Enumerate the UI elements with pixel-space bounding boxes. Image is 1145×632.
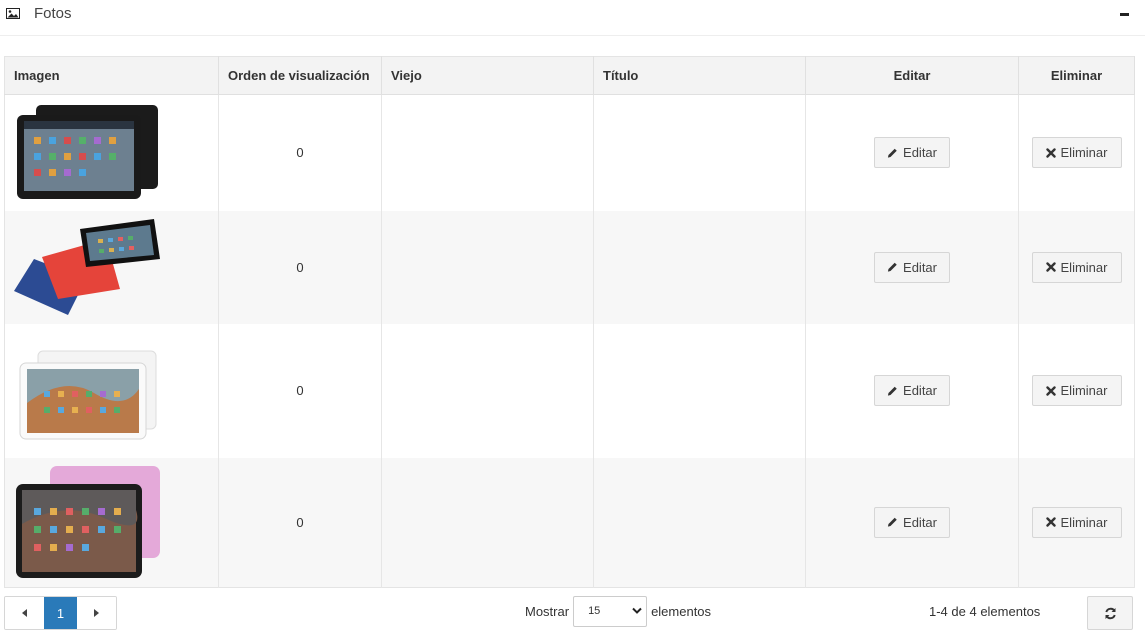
delete-button[interactable]: Eliminar (1031, 137, 1122, 169)
refresh-icon (1104, 607, 1116, 619)
delete-button-label: Eliminar (1060, 145, 1108, 161)
old-cell (381, 457, 594, 588)
edit-button-label: Editar (903, 145, 937, 161)
collapse-button[interactable] (1119, 8, 1131, 20)
page-size-value: 15 (588, 605, 601, 617)
edit-button[interactable]: Editar (874, 375, 950, 406)
delete-cell: Eliminar (1018, 323, 1135, 458)
table-row: 0 Editar Eliminar (4, 94, 1135, 211)
photo-black-tablet[interactable] (14, 102, 160, 203)
image-cell (4, 457, 219, 588)
old-cell (381, 323, 594, 458)
edit-cell: Editar (805, 457, 1019, 588)
caret-right-icon (94, 609, 100, 617)
edit-button-label: Editar (903, 259, 937, 275)
page-button-current[interactable]: 1 (44, 597, 77, 629)
pencil-icon (887, 148, 897, 158)
column-header-title[interactable]: Título (593, 56, 806, 95)
close-icon (1045, 517, 1056, 527)
display-order-cell: 0 (218, 210, 382, 324)
image-icon (6, 8, 20, 19)
column-header-display-order[interactable]: Orden de visualización (218, 56, 382, 95)
edit-button-label: Editar (903, 514, 937, 530)
title-cell (593, 457, 806, 588)
chevron-down-icon (632, 607, 642, 614)
edit-button-label: Editar (903, 383, 937, 398)
title-cell (593, 210, 806, 324)
page-size-suffix: elementos (651, 603, 712, 619)
photo-color-tablets[interactable] (14, 219, 160, 315)
edit-button[interactable]: Editar (874, 506, 950, 538)
column-header-edit: Editar (805, 56, 1019, 95)
image-cell (4, 210, 219, 324)
delete-button[interactable]: Eliminar (1031, 251, 1122, 283)
title-cell (593, 323, 806, 458)
prev-page-button[interactable] (5, 597, 45, 629)
edit-cell: Editar (805, 210, 1019, 324)
column-header-image[interactable]: Imagen (4, 56, 219, 95)
pencil-icon (887, 262, 897, 272)
photo-white-tablets[interactable] (14, 332, 160, 449)
pencil-icon (887, 386, 897, 396)
close-icon (1045, 385, 1056, 396)
delete-cell: Eliminar (1018, 210, 1135, 324)
table-row: 0 Editar Eliminar (4, 323, 1135, 458)
delete-button[interactable]: Eliminar (1031, 506, 1122, 538)
photo-pink-tablet[interactable] (14, 464, 160, 581)
refresh-button[interactable] (1087, 596, 1133, 630)
old-cell (381, 94, 594, 211)
image-cell (4, 323, 219, 458)
edit-cell: Editar (805, 94, 1019, 211)
delete-cell: Eliminar (1018, 457, 1135, 588)
table-row: 0 Editar Eliminar (4, 210, 1135, 324)
page-size-select[interactable]: 15 (573, 595, 648, 627)
page-size-prefix: Mostrar (525, 603, 570, 619)
caret-left-icon (21, 609, 27, 617)
edit-button[interactable]: Editar (874, 137, 950, 169)
delete-button-label: Eliminar (1060, 259, 1108, 275)
delete-button-label: Eliminar (1060, 383, 1108, 398)
column-header-old[interactable]: Viejo (381, 56, 594, 95)
edit-cell: Editar (805, 323, 1019, 458)
pencil-icon (887, 518, 897, 527)
column-header-delete: Eliminar (1018, 56, 1135, 95)
delete-button[interactable]: Eliminar (1031, 375, 1122, 406)
table-header-row: Imagen Orden de visualización Viejo Títu… (4, 56, 1135, 95)
delete-button-label: Eliminar (1060, 514, 1108, 530)
close-icon (1045, 148, 1056, 158)
old-cell (381, 210, 594, 324)
display-order-cell: 0 (218, 323, 382, 458)
page-size-control: Mostrar 15 elementos (525, 594, 711, 628)
pagination: 1 (4, 596, 117, 630)
table-footer: 1 Mostrar 15 elementos 1-4 de 4 elemento… (0, 594, 1145, 632)
display-order-cell: 0 (218, 457, 382, 588)
panel-title: Fotos (34, 5, 72, 22)
delete-cell: Eliminar (1018, 94, 1135, 211)
close-icon (1045, 262, 1056, 272)
table-row: 0 Editar Eliminar (4, 457, 1135, 588)
image-cell (4, 94, 219, 211)
photos-table: Imagen Orden de visualización Viejo Títu… (4, 56, 1135, 588)
display-order-cell: 0 (218, 94, 382, 211)
edit-button[interactable]: Editar (874, 251, 950, 283)
range-info: 1-4 de 4 elementos (929, 604, 1041, 619)
next-page-button[interactable] (76, 597, 116, 629)
title-cell (593, 94, 806, 211)
panel-header: Fotos (0, 0, 1145, 36)
